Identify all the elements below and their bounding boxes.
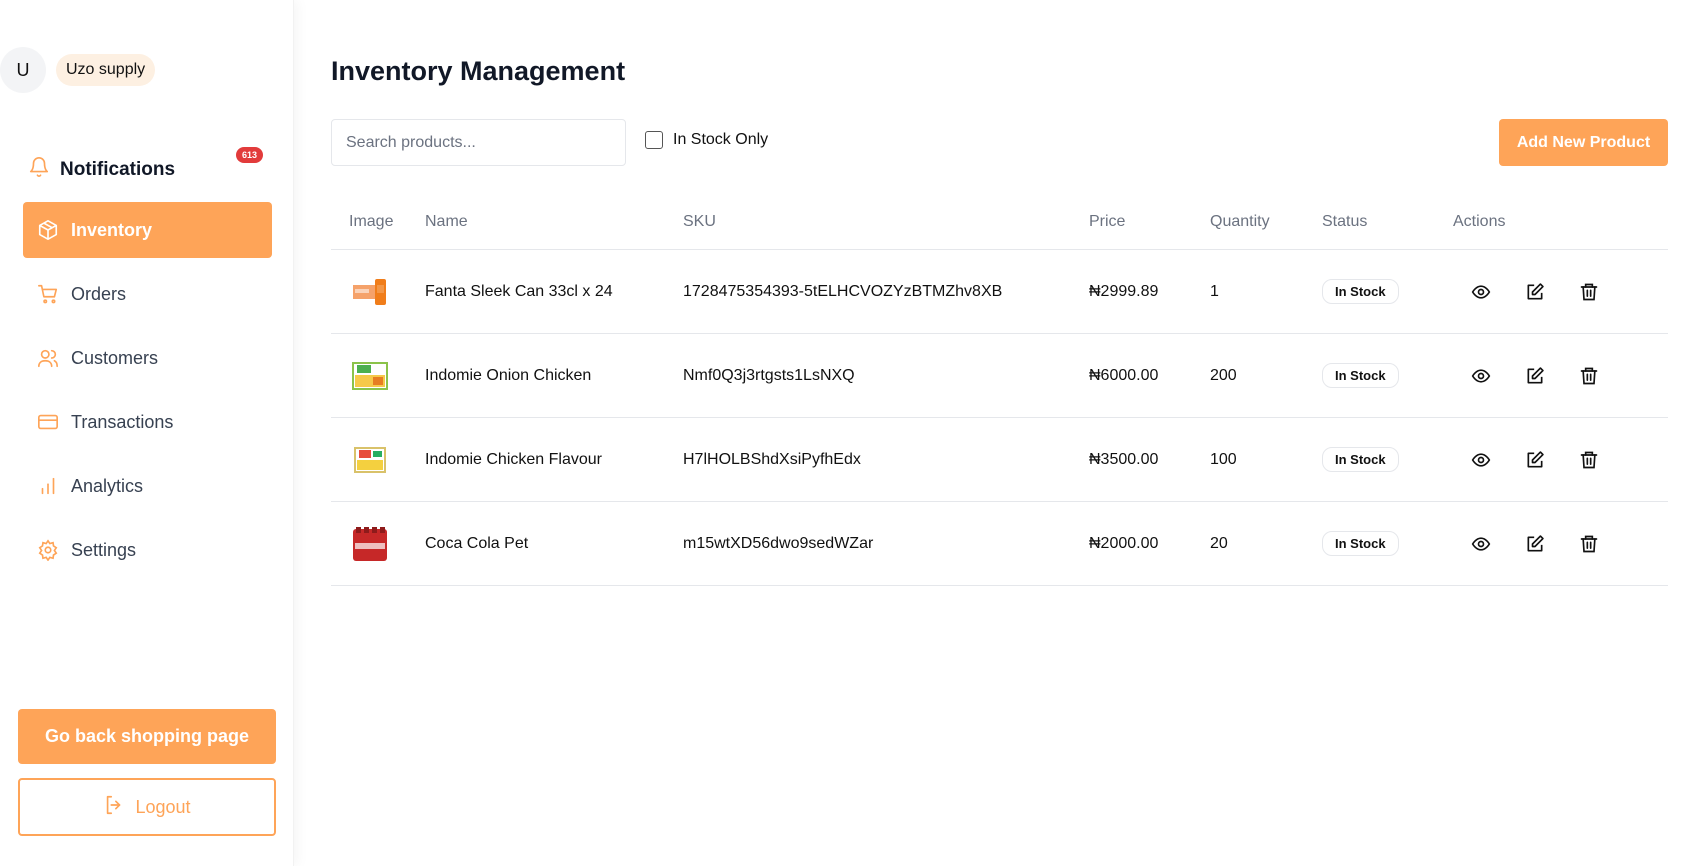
page-title: Inventory Management <box>331 56 626 86</box>
card-icon <box>37 411 59 433</box>
edit-icon[interactable] <box>1523 532 1547 556</box>
column-header-price: Price <box>1089 212 1126 230</box>
edit-icon[interactable] <box>1523 448 1547 472</box>
sidebar-item-settings[interactable]: Settings <box>23 522 272 578</box>
edit-icon[interactable] <box>1523 364 1547 388</box>
box-icon <box>37 219 59 241</box>
product-sku: 1728475354393-5tELHCVOZYzBTMZhv8XB <box>683 282 1003 300</box>
delete-icon[interactable] <box>1577 448 1601 472</box>
delete-icon[interactable] <box>1577 364 1601 388</box>
search-input[interactable] <box>331 119 626 166</box>
column-header-actions: Actions <box>1453 212 1506 230</box>
logout-button[interactable]: Logout <box>18 778 276 836</box>
status-badge: In Stock <box>1322 447 1399 472</box>
status-badge: In Stock <box>1322 531 1399 556</box>
sidebar: U Uzo supply Notifications 613 Inventory… <box>0 0 294 866</box>
product-quantity: 100 <box>1210 450 1237 468</box>
product-price: ₦3500.00 <box>1089 450 1159 468</box>
product-name: Coca Cola Pet <box>425 534 529 552</box>
view-icon[interactable] <box>1469 532 1493 556</box>
product-sku: H7lHOLBShdXsiPyfhEdx <box>683 450 861 468</box>
store-name: Uzo supply <box>56 54 156 86</box>
table-row: Indomie Chicken Flavour H7lHOLBShdXsiPyf… <box>331 418 1668 502</box>
product-price: ₦6000.00 <box>1089 366 1159 384</box>
view-icon[interactable] <box>1469 280 1493 304</box>
column-header-status: Status <box>1322 212 1368 230</box>
gear-icon <box>37 539 59 561</box>
bar-chart-icon <box>37 475 59 497</box>
sidebar-item-label: Transactions <box>71 411 174 432</box>
delete-icon[interactable] <box>1577 532 1601 556</box>
view-icon[interactable] <box>1469 448 1493 472</box>
logout-label: Logout <box>135 796 191 817</box>
notification-count-badge: 613 <box>236 147 264 163</box>
avatar[interactable]: U <box>0 47 46 93</box>
product-sku: m15wtXD56dwo9sedWZar <box>683 534 874 552</box>
sidebar-item-label: Settings <box>71 539 137 560</box>
view-icon[interactable] <box>1469 364 1493 388</box>
main-content: Inventory Management In Stock Only Add N… <box>294 0 1693 866</box>
product-thumbnail <box>349 355 391 397</box>
cart-icon <box>37 283 59 305</box>
sidebar-item-inventory[interactable]: Inventory <box>23 202 272 258</box>
column-header-image: Image <box>349 212 394 230</box>
table-row: Coca Cola Pet m15wtXD56dwo9sedWZar ₦2000… <box>331 502 1668 586</box>
sidebar-item-label: Analytics <box>71 475 144 496</box>
sidebar-item-label: Orders <box>71 283 127 304</box>
product-name: Fanta Sleek Can 33cl x 24 <box>425 282 613 300</box>
sidebar-item-analytics[interactable]: Analytics <box>23 458 272 514</box>
add-new-product-button[interactable]: Add New Product <box>1499 119 1668 166</box>
product-quantity: 1 <box>1210 282 1219 300</box>
sidebar-item-orders[interactable]: Orders <box>23 266 272 322</box>
in-stock-label: In Stock Only <box>673 131 769 148</box>
in-stock-checkbox[interactable] <box>645 131 663 149</box>
notifications-link[interactable]: Notifications <box>28 156 175 183</box>
sidebar-nav: Inventory Orders Customers Transactions <box>23 202 272 586</box>
column-header-quantity: Quantity <box>1210 212 1270 230</box>
logout-icon <box>103 794 125 821</box>
product-price: ₦2999.89 <box>1089 282 1159 300</box>
product-sku: Nmf0Q3j3rtgsts1LsNXQ <box>683 366 855 384</box>
notifications-label: Notifications <box>60 158 176 180</box>
column-header-sku: SKU <box>683 212 716 230</box>
inventory-table: Image Name SKU Price Quantity Status Act… <box>331 194 1668 586</box>
product-thumbnail <box>349 271 391 313</box>
column-header-name: Name <box>425 212 468 230</box>
table-row: Fanta Sleek Can 33cl x 24 1728475354393-… <box>331 250 1668 334</box>
product-thumbnail <box>349 523 391 565</box>
product-price: ₦2000.00 <box>1089 534 1159 552</box>
bell-icon <box>28 156 50 183</box>
product-thumbnail <box>349 439 391 481</box>
go-back-shopping-button[interactable]: Go back shopping page <box>18 709 276 764</box>
product-quantity: 20 <box>1210 534 1228 552</box>
table-row: Indomie Onion Chicken Nmf0Q3j3rtgsts1LsN… <box>331 334 1668 418</box>
sidebar-item-customers[interactable]: Customers <box>23 330 272 386</box>
sidebar-item-transactions[interactable]: Transactions <box>23 394 272 450</box>
user-profile[interactable]: U Uzo supply <box>0 47 156 93</box>
sidebar-item-label: Inventory <box>71 219 153 240</box>
product-quantity: 200 <box>1210 366 1237 384</box>
users-icon <box>37 347 59 369</box>
status-badge: In Stock <box>1322 279 1399 304</box>
edit-icon[interactable] <box>1523 280 1547 304</box>
product-name: Indomie Onion Chicken <box>425 366 592 384</box>
in-stock-filter[interactable]: In Stock Only <box>645 131 768 149</box>
delete-icon[interactable] <box>1577 280 1601 304</box>
status-badge: In Stock <box>1322 363 1399 388</box>
sidebar-item-label: Customers <box>71 347 159 368</box>
product-name: Indomie Chicken Flavour <box>425 450 602 468</box>
table-header: Image Name SKU Price Quantity Status Act… <box>331 194 1668 250</box>
